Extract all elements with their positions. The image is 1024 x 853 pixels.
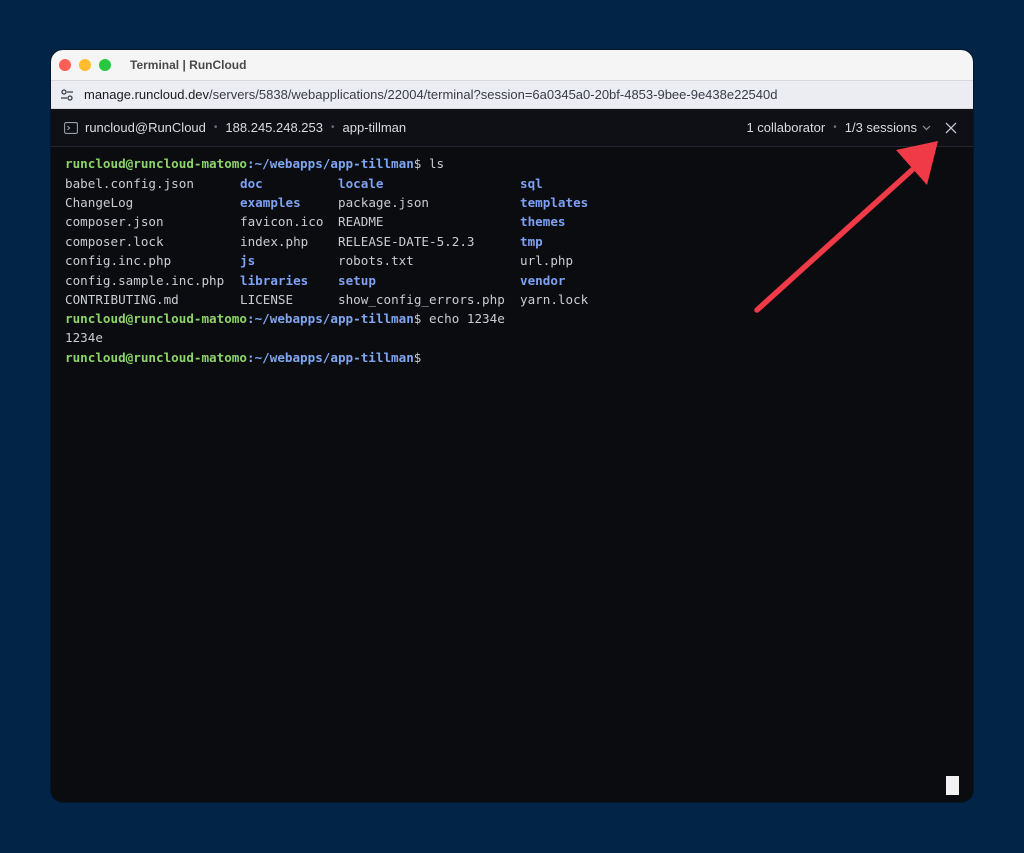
command-line: runcloud@runcloud-matomo:~/webapps/app-t… xyxy=(65,309,505,328)
file-entry: RELEASE-DATE-5.2.3 xyxy=(338,233,475,249)
file-entry: url.php xyxy=(520,253,574,269)
command-text: $ xyxy=(413,350,422,365)
file-entry: LICENSE xyxy=(240,291,294,307)
prompt-path: :~/webapps/app-tillman xyxy=(246,350,414,365)
directory-entry: doc xyxy=(240,175,263,191)
prompt-user: runcloud@runcloud-matomo xyxy=(65,156,247,171)
directory-entry: examples xyxy=(240,194,301,210)
window-title: Terminal | RunCloud xyxy=(130,58,247,72)
file-entry: composer.lock xyxy=(65,233,164,249)
chevron-down-icon xyxy=(922,125,931,131)
directory-entry: sql xyxy=(520,175,543,191)
command-line: runcloud@runcloud-matomo:~/webapps/app-t… xyxy=(65,348,421,367)
separator: • xyxy=(331,122,335,133)
file-entry: CONTRIBUTING.md xyxy=(65,291,179,307)
file-entry: ChangeLog xyxy=(65,194,134,210)
settings-sliders-icon[interactable] xyxy=(60,88,74,102)
directory-entry: js xyxy=(240,253,256,269)
file-entry: index.php xyxy=(240,233,309,249)
command-text: $ echo 1234e xyxy=(413,311,505,326)
prompt-user: runcloud@runcloud-matomo xyxy=(65,311,247,326)
minimize-window-button[interactable] xyxy=(79,59,91,71)
command-line: runcloud@runcloud-matomo:~/webapps/app-t… xyxy=(65,154,444,173)
file-entry: robots.txt xyxy=(338,253,414,269)
directory-entry: setup xyxy=(338,272,376,288)
address-bar[interactable]: manage.runcloud.dev/servers/5838/webappl… xyxy=(51,80,973,109)
file-entry: config.inc.php xyxy=(65,253,172,269)
file-entry: show_config_errors.php xyxy=(338,291,505,307)
sessions-label: 1/3 sessions xyxy=(844,120,917,135)
terminal-cursor xyxy=(946,776,959,795)
prompt-path: :~/webapps/app-tillman xyxy=(246,311,414,326)
prompt-path: :~/webapps/app-tillman xyxy=(246,156,414,171)
prompt-user: runcloud@runcloud-matomo xyxy=(65,350,247,365)
window-controls xyxy=(59,59,111,71)
file-entry: favicon.ico xyxy=(240,214,324,230)
directory-entry: tmp xyxy=(520,233,543,249)
directory-entry: templates xyxy=(520,194,589,210)
title-bar: Terminal | RunCloud xyxy=(51,50,973,80)
directory-entry: libraries xyxy=(240,272,309,288)
file-entry: package.json xyxy=(338,194,429,210)
app-name: app-tillman xyxy=(342,120,407,135)
file-entry: babel.config.json xyxy=(65,175,194,191)
url-host: manage.runcloud.dev xyxy=(84,87,210,102)
server-ip: 188.245.248.253 xyxy=(225,120,324,135)
maximize-window-button[interactable] xyxy=(99,59,111,71)
file-entry: config.sample.inc.php xyxy=(65,272,225,288)
directory-entry: locale xyxy=(338,175,384,191)
directory-entry: themes xyxy=(520,214,566,230)
terminal-output[interactable]: runcloud@runcloud-matomo:~/webapps/app-t… xyxy=(51,147,973,802)
browser-window: Terminal | RunCloud manage.runcloud.dev/… xyxy=(51,50,973,802)
separator: • xyxy=(833,122,837,133)
server-user-host: runcloud@RunCloud xyxy=(85,120,206,135)
close-window-button[interactable] xyxy=(59,59,71,71)
terminal-header: runcloud@RunCloud • 188.245.248.253 • ap… xyxy=(51,109,973,147)
url-text[interactable]: manage.runcloud.dev/servers/5838/webappl… xyxy=(84,87,777,102)
file-entry: composer.json xyxy=(65,214,164,230)
file-entry: README xyxy=(338,214,384,230)
url-path: /servers/5838/webapplications/22004/term… xyxy=(209,87,778,102)
file-entry: yarn.lock xyxy=(520,291,589,307)
separator: • xyxy=(213,122,218,133)
command-output: 1234e xyxy=(65,330,103,345)
sessions-dropdown[interactable]: 1/3 sessions xyxy=(845,120,931,135)
command-text: $ ls xyxy=(413,156,445,171)
close-icon[interactable] xyxy=(945,122,957,134)
collaborator-count[interactable]: 1 collaborator xyxy=(746,120,825,135)
terminal-icon xyxy=(64,121,78,134)
directory-entry: vendor xyxy=(520,272,566,288)
